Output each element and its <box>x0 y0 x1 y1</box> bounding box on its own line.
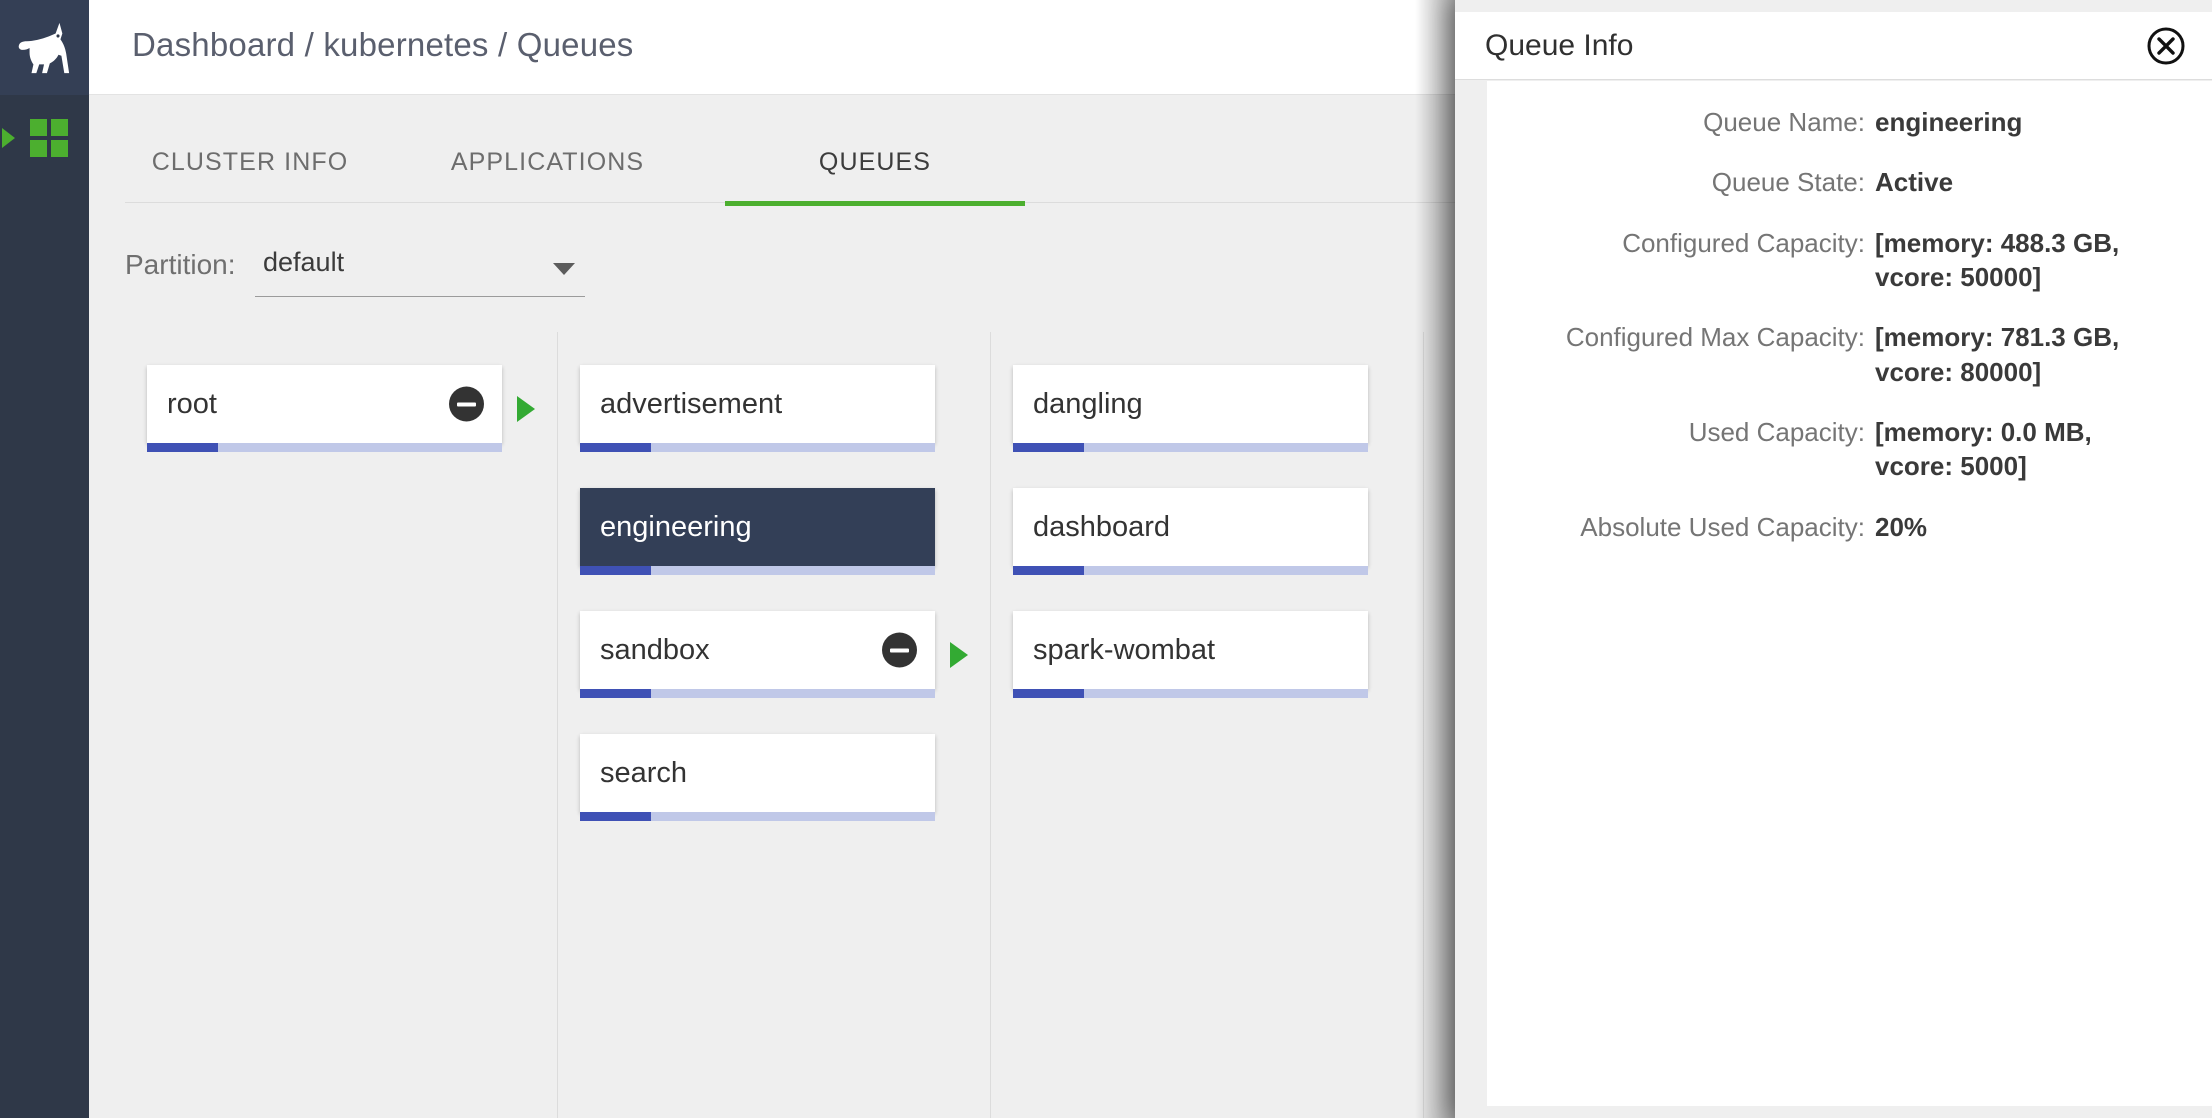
grid-squares-icon <box>29 119 68 157</box>
queue-card-label: dangling <box>1033 387 1143 420</box>
queue-card-search[interactable]: search <box>580 734 935 812</box>
queue-card-wrapper: search <box>580 734 968 821</box>
queue-card-wrapper: sandbox <box>580 611 968 698</box>
queue-info-label: Queue Name: <box>1703 107 1865 137</box>
queue-card-label: spark-wombat <box>1033 633 1216 666</box>
capacity-bar-fill <box>580 443 651 452</box>
chevron-down-icon <box>553 263 575 275</box>
collapse-minus-icon[interactable] <box>882 632 917 668</box>
queue-info-label: Configured Capacity: <box>1622 227 1865 258</box>
queue-card-wrapper: root <box>147 365 535 452</box>
partition-select[interactable]: default <box>255 241 585 297</box>
queue-card-advertisement[interactable]: advertisement <box>580 365 935 443</box>
capacity-bar-fill <box>580 812 651 821</box>
queue-info-panel: Queue Info Queue Name: engineering Queue… <box>1455 0 2212 1118</box>
capacity-bar-fill <box>1013 689 1084 698</box>
queue-info-row: Configured Capacity: [memory: 488.3 GB, … <box>1487 226 2212 295</box>
queue-info-title-bar: Queue Info <box>1455 12 2212 80</box>
partition-label: Partition: <box>125 249 236 280</box>
capacity-bar <box>580 443 935 452</box>
queue-info-row: Absolute Used Capacity: 20% <box>1487 510 2212 544</box>
tab-queues[interactable]: QUEUES <box>725 121 1025 203</box>
expand-arrow-icon[interactable] <box>517 395 535 422</box>
queue-info-row: Used Capacity: [memory: 0.0 MB, vcore: 5… <box>1487 415 2212 484</box>
queue-card-dashboard[interactable]: dashboard <box>1013 488 1368 566</box>
queue-info-label: Absolute Used Capacity: <box>1580 511 1865 542</box>
queue-column: advertisement engineering sandbox search <box>558 332 991 1118</box>
queue-info-label: Configured Max Capacity: <box>1565 322 1865 353</box>
queue-info-value: [memory: 0.0 MB, vcore: 5000] <box>1875 416 2092 482</box>
capacity-bar <box>147 443 502 452</box>
queue-info-label: Used Capacity: <box>1688 416 1865 447</box>
capacity-bar <box>1013 443 1368 452</box>
queue-card-label: root <box>167 387 217 420</box>
queue-info-value: engineering <box>1875 107 2023 137</box>
tab-bar: CLUSTER INFO APPLICATIONS QUEUES <box>125 121 1455 206</box>
capacity-bar-fill <box>580 689 651 698</box>
queue-card-label: engineering <box>600 510 752 543</box>
sidebar-rail <box>0 0 89 1118</box>
queue-card-wrapper: advertisement <box>580 365 968 452</box>
queue-card-sandbox[interactable]: sandbox <box>580 611 935 689</box>
tab-cluster-info[interactable]: CLUSTER INFO <box>125 121 375 203</box>
queue-card-wrapper: spark-wombat <box>1013 611 1401 698</box>
breadcrumb: Dashboard / kubernetes / Queues <box>132 26 634 63</box>
close-circle-icon[interactable] <box>2146 26 2186 66</box>
expand-arrow-icon[interactable] <box>950 641 968 668</box>
queue-info-value: [memory: 488.3 GB, vcore: 50000] <box>1875 227 2120 292</box>
queue-info-row: Queue State: Active <box>1487 165 2212 199</box>
queue-info-title: Queue Info <box>1485 29 1634 62</box>
sidebar-item-dashboard[interactable] <box>0 95 89 181</box>
queue-card-wrapper: dashboard <box>1013 488 1401 575</box>
queue-card-label: dashboard <box>1033 510 1171 543</box>
unicorn-logo-icon <box>18 22 69 73</box>
queue-card-spark-wombat[interactable]: spark-wombat <box>1013 611 1368 689</box>
queue-info-body: Queue Name: engineering Queue State: Act… <box>1487 81 2212 1106</box>
queue-card-label: sandbox <box>600 633 710 666</box>
tab-active-underline <box>725 201 1025 206</box>
capacity-bar <box>580 812 935 821</box>
queue-info-value: 20% <box>1875 511 1928 542</box>
queue-column: root <box>125 332 558 1118</box>
active-indicator-icon <box>2 128 15 148</box>
queue-card-wrapper: engineering <box>580 488 968 575</box>
capacity-bar-fill <box>147 443 218 452</box>
queue-info-row: Configured Max Capacity: [memory: 781.3 … <box>1487 320 2212 389</box>
queue-card-dangling[interactable]: dangling <box>1013 365 1368 443</box>
collapse-minus-icon[interactable] <box>449 386 484 422</box>
queue-column: dangling dashboard spark-wombat <box>991 332 1424 1118</box>
queue-card-wrapper: dangling <box>1013 365 1401 452</box>
app-root: Dashboard / kubernetes / Queues CLUSTER … <box>0 0 2212 1118</box>
partition-selected-value: default <box>263 247 345 277</box>
capacity-bar-fill <box>580 566 651 575</box>
queue-info-value: [memory: 781.3 GB, vcore: 80000] <box>1875 322 2120 387</box>
capacity-bar <box>1013 689 1368 698</box>
capacity-bar <box>580 689 935 698</box>
queue-info-label: Queue State: <box>1711 167 1865 198</box>
capacity-bar-fill <box>1013 443 1084 452</box>
queue-info-row: Queue Name: engineering <box>1487 105 2212 139</box>
tab-applications[interactable]: APPLICATIONS <box>410 121 685 203</box>
queue-info-value: Active <box>1875 167 1954 198</box>
capacity-bar <box>1013 566 1368 575</box>
capacity-bar <box>580 566 935 575</box>
queue-card-engineering[interactable]: engineering <box>580 488 935 566</box>
capacity-bar-fill <box>1013 566 1084 575</box>
queue-card-label: search <box>600 756 688 789</box>
logo-container <box>0 0 89 95</box>
queue-card-label: advertisement <box>600 387 783 420</box>
queue-card-root[interactable]: root <box>147 365 502 443</box>
